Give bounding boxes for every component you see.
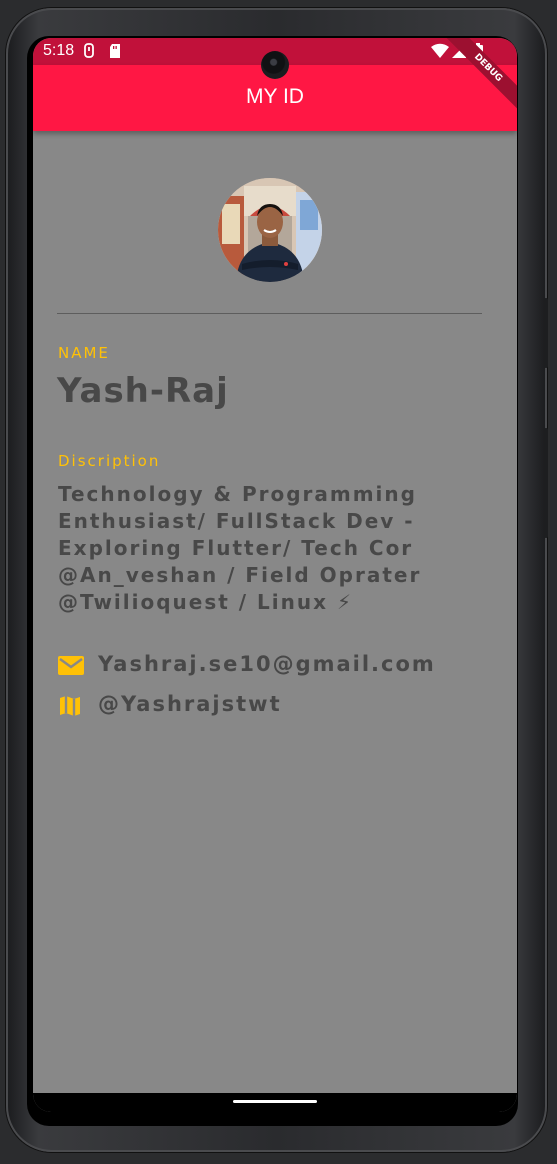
front-camera [261, 51, 289, 79]
avatar [218, 178, 322, 282]
social-handle[interactable]: @Yashrajstwt [98, 692, 282, 716]
nav-bar [33, 1093, 517, 1112]
screen: 5:18 DEBUG MY ID NAME Yash-Raj Discripti… [33, 38, 517, 1112]
map-icon [58, 694, 82, 722]
profile-description: Technology & Programming Enthusiast/ Ful… [58, 482, 422, 614]
usb-icon [83, 43, 95, 63]
email-icon [58, 654, 84, 680]
home-indicator[interactable] [233, 1100, 317, 1103]
sd-card-icon [109, 43, 121, 63]
wifi-icon [431, 43, 449, 63]
power-button [544, 298, 548, 368]
app-title: MY ID [246, 85, 304, 108]
volume-button [544, 428, 548, 538]
name-label: NAME [58, 344, 110, 362]
email-text[interactable]: Yashraj.se10@gmail.com [98, 652, 436, 676]
divider [57, 313, 482, 314]
description-label: Discription [58, 452, 161, 470]
profile-name: Yash-Raj [57, 371, 229, 411]
status-time: 5:18 [43, 42, 75, 59]
